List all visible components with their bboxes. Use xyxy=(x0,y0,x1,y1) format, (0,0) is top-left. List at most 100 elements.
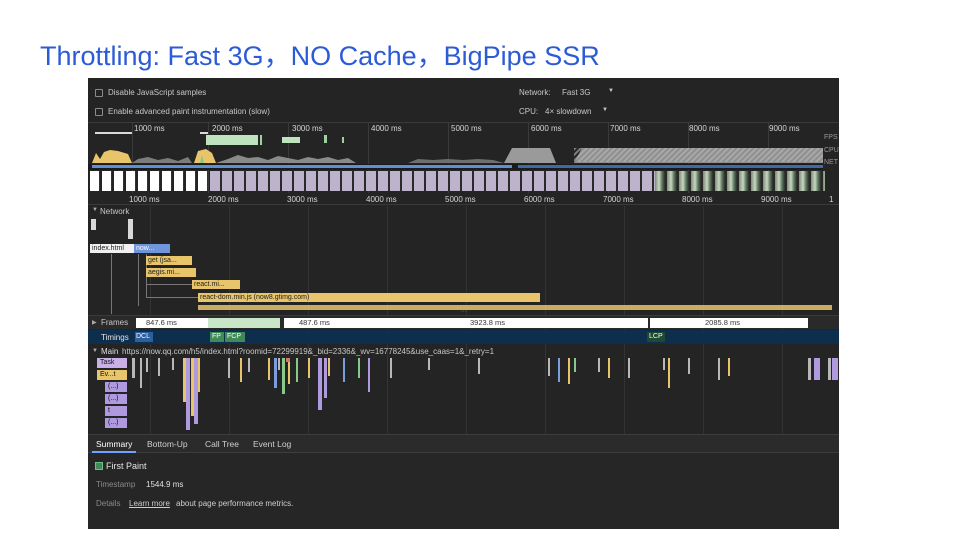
fps-track-label: FPS xyxy=(824,134,838,141)
active-tab-indicator xyxy=(92,451,136,453)
flame-anon[interactable]: (...) xyxy=(105,394,127,404)
flame-anon[interactable]: (...) xyxy=(105,382,127,392)
timings-track-label: Timings xyxy=(101,333,129,342)
ruler-tick: 3000 ms xyxy=(287,195,318,204)
request-get-jsa[interactable]: get (jsa... xyxy=(146,256,192,265)
ruler-tick: 7000 ms xyxy=(603,195,634,204)
ruler-tick: 1 xyxy=(829,195,834,204)
overview-tick: 2000 ms xyxy=(212,124,243,133)
fps-bar xyxy=(324,135,327,143)
ruler-tick: 6000 ms xyxy=(524,195,555,204)
enable-paint-checkbox[interactable] xyxy=(95,108,103,116)
main-track-url: https://now.qq.com/h5/index.html?roomid=… xyxy=(122,347,495,356)
net-track-label: NET xyxy=(824,159,838,166)
ruler-tick: 5000 ms xyxy=(445,195,476,204)
frame-block[interactable]: 2085.8 ms xyxy=(650,318,808,328)
tab-call-tree[interactable]: Call Tree xyxy=(205,435,239,453)
fps-bar xyxy=(260,135,262,145)
frame-duration: 3923.8 ms xyxy=(470,318,506,327)
chevron-down-icon: ▼ xyxy=(608,88,614,94)
details-pane: Summary Bottom-Up Call Tree Event Log Fi… xyxy=(88,434,839,529)
filmstrip-rendered-frames xyxy=(655,171,825,191)
request-wait-line xyxy=(146,297,198,298)
devtools-performance-panel: Disable JavaScript samples Enable advanc… xyxy=(88,78,839,529)
resize-grip-icon[interactable]: ··· xyxy=(460,308,468,315)
tab-event-log[interactable]: Event Log xyxy=(253,435,291,453)
fps-bar xyxy=(282,137,300,143)
cpu-track-label: CPU xyxy=(824,147,839,154)
ruler-tick: 8000 ms xyxy=(682,195,713,204)
ruler-tick: 1000 ms xyxy=(129,195,160,204)
ruler-tick: 4000 ms xyxy=(366,195,397,204)
request-aegis[interactable]: aegis.mi... xyxy=(146,268,196,277)
overview-tick: 4000 ms xyxy=(371,124,402,133)
timings-track[interactable]: Timings DCL FP FCP LCP xyxy=(88,330,839,344)
timing-lcp-marker[interactable]: LCP xyxy=(647,332,665,342)
frames-track[interactable]: ▶ Frames 847.6 ms 487.6 ms 3923.8 ms 208… xyxy=(88,315,839,329)
flame-event[interactable]: Ev...t xyxy=(97,370,127,380)
overview-tick: 6000 ms xyxy=(531,124,562,133)
frame-block[interactable]: 487.6 ms 3923.8 ms xyxy=(284,318,648,328)
flame-fn[interactable]: t xyxy=(105,406,127,416)
frame-block-idle[interactable] xyxy=(208,318,280,328)
expand-triangle-icon: ▶ xyxy=(92,320,97,326)
network-track-label: Network xyxy=(100,207,130,216)
disable-js-samples-label: Disable JavaScript samples xyxy=(108,88,207,97)
frame-block[interactable]: 847.6 ms xyxy=(136,318,208,328)
network-track-header[interactable]: ▼ Network xyxy=(92,207,152,217)
main-thread-track[interactable]: ▼ Main https://now.qq.com/h5/index.html?… xyxy=(88,346,839,434)
screenshot-filmstrip xyxy=(88,171,839,191)
details-tabbar: Summary Bottom-Up Call Tree Event Log xyxy=(88,435,839,453)
details-text: about page performance metrics. xyxy=(176,499,294,508)
main-track-label: Main xyxy=(101,347,119,356)
fps-bar xyxy=(200,132,208,134)
event-title: First Paint xyxy=(106,461,147,471)
ruler-tick: 2000 ms xyxy=(208,195,239,204)
overview-tick: 1000 ms xyxy=(134,124,165,133)
request-index-html-tail[interactable]: now... xyxy=(134,244,170,253)
fps-bar xyxy=(342,137,344,143)
timeline-ruler: 1000 ms 2000 ms 3000 ms 4000 ms 5000 ms … xyxy=(88,192,839,205)
network-request-bar[interactable] xyxy=(91,219,96,230)
net-bar xyxy=(518,165,823,168)
timestamp-value: 1544.9 ms xyxy=(146,480,184,489)
timing-fcp-marker[interactable]: FCP xyxy=(225,332,245,342)
overview-tick: 7000 ms xyxy=(610,124,641,133)
network-throttle-value: Fast 3G xyxy=(562,88,591,97)
details-label: Details xyxy=(96,499,121,508)
request-initiator-line xyxy=(111,254,112,314)
request-wait-line xyxy=(146,284,192,285)
overview-tick: 5000 ms xyxy=(451,124,482,133)
tab-bottom-up[interactable]: Bottom-Up xyxy=(147,435,188,453)
net-bar xyxy=(92,165,512,168)
timestamp-label: Timestamp xyxy=(96,480,136,489)
network-throttle-select[interactable]: Fast 3G ▼ xyxy=(560,86,620,98)
frames-track-label: Frames xyxy=(101,318,129,327)
cpu-throttle-value: 4× slowdown xyxy=(545,107,592,116)
network-request-bar[interactable] xyxy=(128,219,133,239)
request-index-html[interactable]: index.html xyxy=(90,244,134,253)
fps-bar xyxy=(95,132,132,134)
overview-tick: 3000 ms xyxy=(292,124,323,133)
frame-duration: 487.6 ms xyxy=(299,318,330,327)
disable-js-samples-checkbox[interactable] xyxy=(95,89,103,97)
collapse-triangle-icon: ▼ xyxy=(92,348,98,354)
overview-tick: 9000 ms xyxy=(769,124,800,133)
request-react-min[interactable]: react.mi... xyxy=(192,280,240,289)
flame-chart[interactable] xyxy=(128,358,839,430)
learn-more-link[interactable]: Learn more xyxy=(129,499,170,508)
request-react-dom[interactable]: react-dom.min.js (now8.gtimg.com) xyxy=(198,293,540,302)
request-initiator-line xyxy=(138,254,139,306)
flame-anon[interactable]: (...) xyxy=(105,418,127,428)
slide-title: Throttling: Fast 3G，NO Cache，BigPipe SSR xyxy=(40,41,600,71)
timing-dcl-marker[interactable]: DCL xyxy=(135,332,153,342)
overview-tick: 8000 ms xyxy=(689,124,720,133)
chevron-down-icon: ▼ xyxy=(602,107,608,113)
flame-task[interactable]: Task xyxy=(97,358,127,368)
request-partial-bar[interactable] xyxy=(198,305,832,310)
timing-fp-marker[interactable]: FP xyxy=(210,332,224,342)
ruler-tick: 9000 ms xyxy=(761,195,792,204)
cpu-throttle-select[interactable]: 4× slowdown ▼ xyxy=(543,105,623,117)
collapse-triangle-icon: ▼ xyxy=(92,207,98,213)
enable-paint-label: Enable advanced paint instrumentation (s… xyxy=(108,107,270,116)
